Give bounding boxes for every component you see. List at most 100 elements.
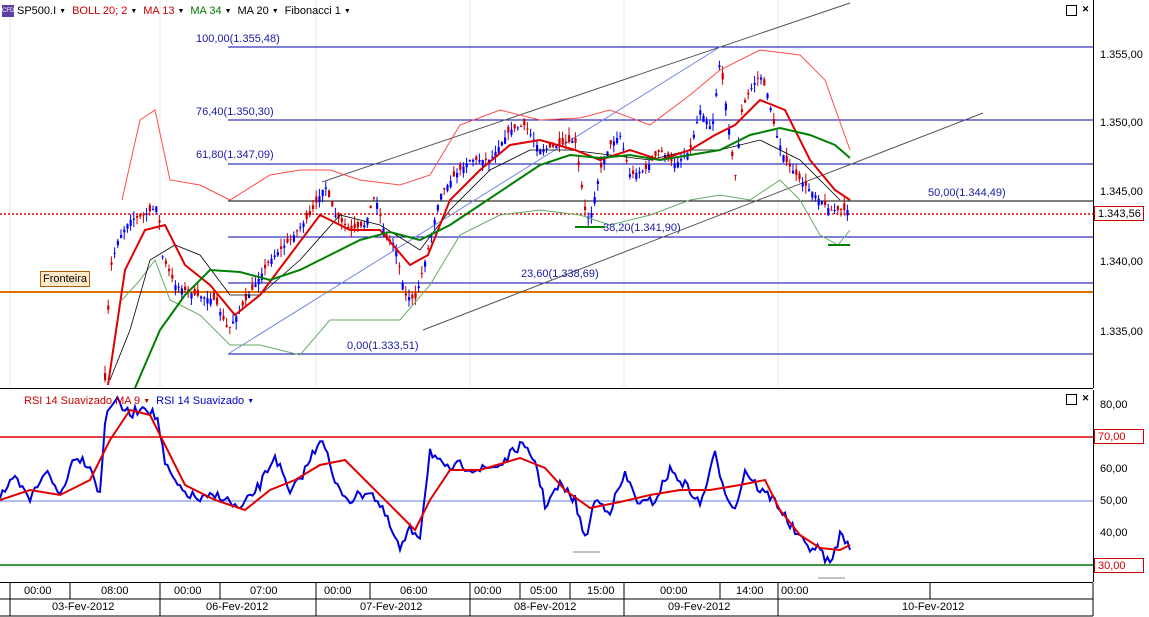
candle-body xyxy=(734,175,737,177)
rsi-axis[interactable] xyxy=(1093,390,1149,582)
candle-body xyxy=(843,203,846,210)
candle-body xyxy=(158,220,161,223)
candle-body xyxy=(401,283,404,290)
candle-body xyxy=(142,214,145,216)
price-chart-toolbar: CFD SP500.I ▼ BOLL 20; 2 ▼ MA 13 ▼ MA 34… xyxy=(2,3,351,19)
candle-body xyxy=(273,255,276,258)
time-axis[interactable]: 00:00 08:00 00:00 07:00 00:00 06:00 00:0… xyxy=(0,583,1149,617)
indicator-fibonacci[interactable]: Fibonacci 1 ▼ xyxy=(285,5,351,17)
indicator-boll[interactable]: BOLL 20; 2 ▼ xyxy=(72,5,137,17)
time-label: 07:00 xyxy=(250,585,278,597)
candle-body xyxy=(724,103,727,111)
candle-body xyxy=(379,214,382,216)
close-icon[interactable]: ✕ xyxy=(1081,5,1090,14)
candle-body xyxy=(648,164,651,170)
rsi-panel[interactable] xyxy=(0,390,1093,583)
price-tick: 1.350,00 xyxy=(1100,117,1143,129)
time-label: 00:00 xyxy=(174,585,202,597)
candle-body xyxy=(177,286,180,288)
candle-body xyxy=(776,136,779,138)
candle-body xyxy=(571,140,574,143)
price-tick: 1.340,00 xyxy=(1100,256,1143,268)
rsi-canvas[interactable] xyxy=(0,390,1093,582)
candle-body xyxy=(216,297,219,305)
time-label: 00:00 xyxy=(781,585,809,597)
candle-body xyxy=(145,213,148,215)
candle-body xyxy=(251,284,254,290)
candle-body xyxy=(462,166,465,173)
chevron-down-icon[interactable]: ▼ xyxy=(225,8,232,15)
candle-body xyxy=(676,162,679,168)
close-icon[interactable]: ✕ xyxy=(1081,394,1090,403)
chevron-down-icon[interactable]: ▼ xyxy=(59,8,66,15)
candle-body xyxy=(830,209,833,211)
candle-body xyxy=(305,212,308,220)
indicator-rsi-ma[interactable]: RSI 14 Suavizado MA 9 ▼ xyxy=(24,395,150,407)
indicator-ma34[interactable]: MA 34 ▼ xyxy=(190,5,231,17)
maximize-icon[interactable] xyxy=(1066,394,1077,405)
candle-body xyxy=(264,264,267,269)
chevron-down-icon[interactable]: ▼ xyxy=(143,398,150,405)
time-label: 00:00 xyxy=(474,585,502,597)
chevron-down-icon[interactable]: ▼ xyxy=(344,8,351,15)
candle-body xyxy=(507,126,510,133)
candle-body xyxy=(241,301,244,306)
rsi-tick: 50,00 xyxy=(1100,495,1128,507)
candle-body xyxy=(481,160,484,166)
chevron-down-icon[interactable]: ▼ xyxy=(247,398,254,405)
chevron-down-icon[interactable]: ▼ xyxy=(177,8,184,15)
candle-body xyxy=(721,72,724,80)
fronteira-label[interactable]: Fronteira xyxy=(40,271,91,287)
candle-body xyxy=(529,134,532,136)
candle-body xyxy=(120,235,123,238)
candle-body xyxy=(254,284,257,287)
fib-label-100: 100,00(1.355,48) xyxy=(196,33,280,45)
indicator-label: BOLL 20; 2 xyxy=(72,5,128,17)
candle-body xyxy=(708,126,711,130)
candle-body xyxy=(296,230,299,232)
indicator-label: MA 13 xyxy=(143,5,175,17)
bollinger-lower xyxy=(121,179,851,356)
candle-body xyxy=(232,321,235,324)
candle-body xyxy=(740,109,743,112)
candle-body xyxy=(478,160,481,162)
candle-body xyxy=(820,201,823,205)
candle-body xyxy=(705,121,708,125)
candle-body xyxy=(513,124,516,129)
candle-body xyxy=(126,224,129,229)
candle-body xyxy=(728,128,731,135)
candle-body xyxy=(491,156,494,158)
candle-body xyxy=(360,221,363,227)
candle-body xyxy=(747,92,750,95)
candle-body xyxy=(180,288,183,295)
fib-label-0: 0,00(1.333,51) xyxy=(347,340,419,352)
rsi-panel-window-buttons: ✕ xyxy=(1066,394,1090,405)
symbol-label: SP500.I xyxy=(17,5,57,17)
symbol-selector[interactable]: CFD SP500.I ▼ xyxy=(2,5,66,17)
candle-body xyxy=(596,181,599,184)
candle-body xyxy=(427,248,430,250)
candle-body xyxy=(840,209,843,211)
candle-body xyxy=(603,159,606,164)
candle-body xyxy=(638,171,641,174)
indicator-rsi[interactable]: RSI 14 Suavizado ▼ xyxy=(156,395,254,407)
candle-body xyxy=(574,138,577,143)
candle-body xyxy=(692,134,695,138)
candle-body xyxy=(635,172,638,180)
candle-body xyxy=(209,298,212,305)
candle-body xyxy=(520,126,523,128)
chevron-down-icon[interactable]: ▼ xyxy=(130,8,137,15)
candle-body xyxy=(411,294,414,299)
chevron-down-icon[interactable]: ▼ xyxy=(272,8,279,15)
candle-body xyxy=(459,164,462,170)
indicator-ma20[interactable]: MA 20 ▼ xyxy=(238,5,279,17)
indicator-ma13[interactable]: MA 13 ▼ xyxy=(143,5,184,17)
maximize-icon[interactable] xyxy=(1066,5,1077,16)
candle-body xyxy=(792,170,795,174)
candle-body xyxy=(593,197,596,204)
candle-body xyxy=(744,99,747,103)
candle-body xyxy=(190,293,193,299)
rsi-tick: 80,00 xyxy=(1100,399,1128,411)
candle-body xyxy=(609,140,612,145)
candle-body xyxy=(267,261,270,263)
